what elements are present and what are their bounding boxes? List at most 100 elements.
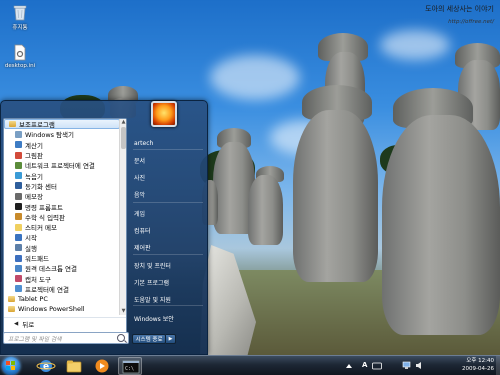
program-item[interactable]: 스티커 메모 xyxy=(4,222,120,232)
program-icon xyxy=(15,130,22,138)
start-menu-right-item[interactable]: 음악 xyxy=(133,189,207,200)
program-item[interactable]: 실행 xyxy=(4,243,120,253)
statue xyxy=(382,115,500,335)
program-icon xyxy=(15,182,22,190)
program-label: 메모장 xyxy=(25,193,43,202)
start-menu-right-item[interactable]: 컴퓨터 xyxy=(133,225,207,236)
back-label: 뒤로 xyxy=(22,320,35,329)
white-rock xyxy=(200,245,256,355)
scroll-up-icon[interactable]: ▲ xyxy=(120,119,127,126)
program-label: 수학 식 입력판 xyxy=(25,213,66,222)
watermark-url: http://offree.net/ xyxy=(448,19,494,25)
keyboard-icon[interactable] xyxy=(372,362,382,370)
right-item-label: artech xyxy=(134,140,154,147)
network-icon[interactable] xyxy=(402,361,411,370)
internet-explorer-icon: e xyxy=(36,360,56,372)
desktop-icon-label: desktop.ini xyxy=(4,63,36,69)
separator xyxy=(133,149,203,150)
program-label: 워드패드 xyxy=(25,255,49,263)
program-item[interactable]: 동기화 센터 xyxy=(4,181,120,191)
start-menu-right-item[interactable]: 장치 및 프린터 xyxy=(133,260,207,271)
statue xyxy=(248,175,283,245)
show-desktop-button[interactable] xyxy=(496,356,500,375)
program-item[interactable]: 녹음기 xyxy=(4,170,120,181)
program-icon xyxy=(15,264,22,272)
program-item[interactable]: Windows 탐색기 xyxy=(4,129,120,139)
command-prompt-icon: C:\ xyxy=(122,360,140,374)
start-search-input[interactable]: 프로그램 및 파일 검색 xyxy=(3,332,129,344)
program-item[interactable]: 그림판 xyxy=(4,150,120,160)
start-menu-programs-pane: 보조프로그램 Windows 탐색기 계산기그림판 네트워크 프로젝터에 연결녹음기 동… xyxy=(3,118,127,342)
program-item[interactable]: 메모장 xyxy=(4,191,120,201)
program-label: 스티커 메모 xyxy=(25,224,57,233)
separator xyxy=(133,202,203,203)
program-label: 시작 xyxy=(25,234,37,243)
separator xyxy=(133,305,203,306)
program-item[interactable]: 원격 데스크톱 연결 xyxy=(4,263,120,273)
watermark-title: 도아의 세상사는 이야기 xyxy=(425,5,494,13)
shutdown-button[interactable]: 시스템 종료 xyxy=(132,334,166,344)
program-item[interactable]: 캡처 도구 xyxy=(4,273,120,284)
start-menu-right-item[interactable]: 제어판 xyxy=(133,242,207,253)
start-menu-right-item[interactable]: artech xyxy=(133,138,207,149)
back-button[interactable]: ◀ 뒤로 xyxy=(4,317,126,329)
volume-icon[interactable] xyxy=(415,361,424,370)
desktop-icon-label: 휴지통 xyxy=(12,25,28,31)
scrollbar-thumb[interactable] xyxy=(121,127,126,149)
start-menu-right-item[interactable]: 사진 xyxy=(133,172,207,183)
program-label: 명령 프롬프트 xyxy=(25,203,63,212)
program-icon xyxy=(15,203,22,211)
start-menu-right-item[interactable]: 문서 xyxy=(133,155,207,166)
program-item[interactable]: 계산기 xyxy=(4,140,120,150)
program-label: 실행 xyxy=(25,244,37,253)
clock[interactable]: 오후 12:40 2009-04-26 xyxy=(462,358,494,373)
tray-up-arrow-icon[interactable] xyxy=(345,362,353,370)
start-menu-right-item[interactable]: 기본 프로그램 xyxy=(133,277,207,288)
program-label: 녹음기 xyxy=(25,172,43,181)
input-language-indicator[interactable]: A xyxy=(362,361,367,369)
shutdown-options-arrow-icon[interactable]: ▶ xyxy=(166,334,176,344)
user-picture[interactable] xyxy=(151,101,177,127)
taskbar-command-prompt[interactable]: C:\ xyxy=(118,357,142,375)
cloud xyxy=(380,30,450,60)
start-menu-right-item[interactable]: 게임 xyxy=(133,208,207,219)
scroll-down-icon[interactable]: ▼ xyxy=(120,308,127,315)
start-menu-right-item[interactable]: 도움말 및 지원 xyxy=(133,294,207,305)
program-icon xyxy=(15,213,22,221)
desktop-icon-desktop-ini[interactable]: desktop.ini xyxy=(0,44,40,69)
program-item[interactable]: 네트워크 프로젝터에 연결 xyxy=(4,160,120,170)
program-label: 동기화 센터 xyxy=(25,182,57,191)
program-item[interactable]: 프로젝터에 연결 xyxy=(4,284,120,294)
program-label: Windows PowerShell xyxy=(18,305,85,314)
watermark: 도아의 세상사는 이야기 http://offree.net/ xyxy=(425,4,494,25)
program-label: 프로젝터에 연결 xyxy=(25,285,69,294)
right-item-label: 컴퓨터 xyxy=(134,228,151,235)
search-icon[interactable] xyxy=(117,334,125,342)
taskbar-internet-explorer[interactable]: e xyxy=(34,357,58,375)
start-menu-right-item[interactable]: Windows 보안 xyxy=(133,313,207,324)
program-label: 보조프로그램 xyxy=(19,121,55,130)
program-item[interactable]: 수학 식 입력판 xyxy=(4,212,120,222)
taskbar-file-explorer[interactable] xyxy=(62,357,86,375)
recycle-bin-icon xyxy=(13,5,27,21)
program-icon xyxy=(15,244,22,252)
program-icon xyxy=(15,254,22,262)
program-item[interactable]: 시작 xyxy=(4,232,120,242)
folder-icon xyxy=(9,121,16,128)
program-folder[interactable]: 보조프로그램 xyxy=(4,119,120,130)
cloud xyxy=(210,55,300,100)
programs-scrollbar[interactable]: ▲ ▼ xyxy=(119,119,126,315)
clock-time: 오후 12:40 xyxy=(466,358,494,364)
program-icon xyxy=(15,172,22,180)
back-arrow-icon: ◀ xyxy=(14,320,19,327)
shutdown-label: 시스템 종료 xyxy=(135,337,163,343)
desktop-icon-recycle-bin[interactable]: 휴지통 xyxy=(0,4,40,31)
program-label: 그림판 xyxy=(25,152,43,161)
program-item[interactable]: 명령 프롬프트 xyxy=(4,201,120,212)
taskbar-media-player[interactable] xyxy=(90,357,114,375)
start-button[interactable] xyxy=(2,357,20,375)
program-folder[interactable]: Windows PowerShell xyxy=(4,304,120,314)
taskbar: e C:\ A 오후 12:40 2009-04-26 xyxy=(0,355,500,375)
program-folder[interactable]: Tablet PC xyxy=(4,294,120,304)
program-item[interactable]: 워드패드 xyxy=(4,253,120,263)
